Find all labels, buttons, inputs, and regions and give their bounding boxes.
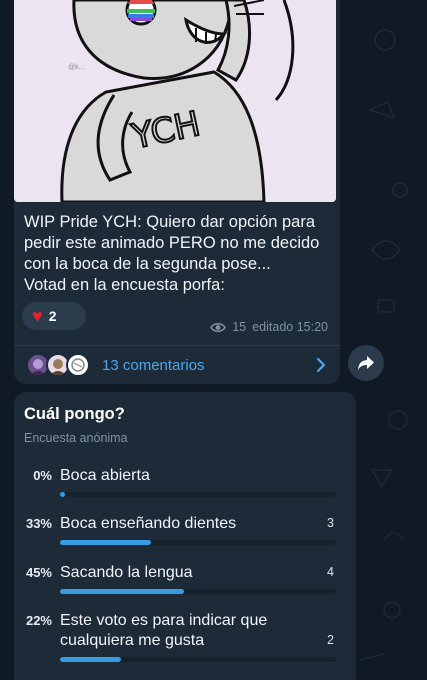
post-caption-line: WIP Pride YCH: Quiero dar opción para — [24, 213, 316, 231]
avatar — [66, 353, 90, 377]
eye-icon — [210, 322, 227, 332]
chevron-right-icon[interactable] — [316, 357, 326, 373]
option-bar-fill — [60, 492, 65, 497]
poll-option[interactable]: 0% Boca abierta — [14, 466, 356, 506]
reaction-chip[interactable]: ♥ 2 — [22, 302, 86, 330]
option-label: Sacando la lengua — [60, 564, 193, 581]
option-bar — [60, 657, 336, 662]
post-caption-line: pedir este animado PERO no me decido — [24, 234, 320, 252]
comments-label: 13 comentarios — [102, 356, 205, 374]
poll-card: Cuál pongo? Encuesta anónima 0% Boca abi… — [14, 392, 356, 680]
ych-artwork: YCH — [14, 0, 336, 202]
post-caption-line: Votad en la encuesta porfa: — [24, 276, 225, 294]
poll-option[interactable]: 45% Sacando la lengua 4 — [14, 563, 356, 603]
post-caption-line: con la boca de la segunda pose... — [24, 255, 271, 273]
share-arrow-icon — [358, 356, 374, 370]
option-percent: 0% — [33, 468, 52, 483]
option-label: Este voto es para indicar que — [60, 612, 268, 629]
option-bar — [60, 540, 336, 545]
option-label: cualquiera me gusta — [60, 632, 205, 649]
option-percent: 22% — [25, 613, 52, 628]
heart-icon: ♥ — [32, 306, 43, 326]
option-bar — [60, 589, 336, 594]
option-bar-fill — [60, 540, 152, 545]
option-label: Boca abierta — [60, 467, 150, 484]
edited-time: editado 15:20 — [252, 320, 328, 334]
channel-post: YCH @k... WIP Pride YCH: Quiero dar opci… — [14, 0, 340, 384]
post-image[interactable]: YCH @k... — [14, 0, 336, 202]
comments-link[interactable]: 13 comentarios — [14, 346, 340, 384]
option-bar-fill — [60, 657, 121, 662]
share-button[interactable] — [348, 345, 384, 381]
option-bar-fill — [60, 589, 185, 594]
post-meta: 15 editado 15:20 — [210, 320, 328, 334]
commenter-avatars — [26, 353, 96, 377]
poll-question: Cuál pongo? — [24, 405, 125, 423]
views-count: 15 — [232, 320, 247, 334]
option-votes: 3 — [327, 516, 334, 530]
option-label: Boca enseñando dientes — [60, 515, 237, 532]
poll-type: Encuesta anónima — [24, 431, 128, 445]
option-percent: 45% — [25, 565, 52, 580]
option-votes: 2 — [327, 633, 334, 647]
option-percent: 33% — [25, 516, 52, 531]
reaction-count: 2 — [48, 308, 57, 324]
image-watermark: @k... — [68, 64, 85, 71]
option-bar — [60, 492, 336, 497]
poll-option[interactable]: 22% Este voto es para indicar que cualqu… — [14, 611, 356, 667]
post-caption: WIP Pride YCH: Quiero dar opción para pe… — [24, 212, 336, 296]
option-votes: 4 — [327, 565, 334, 579]
poll-option[interactable]: 33% Boca enseñando dientes 3 — [14, 514, 356, 554]
